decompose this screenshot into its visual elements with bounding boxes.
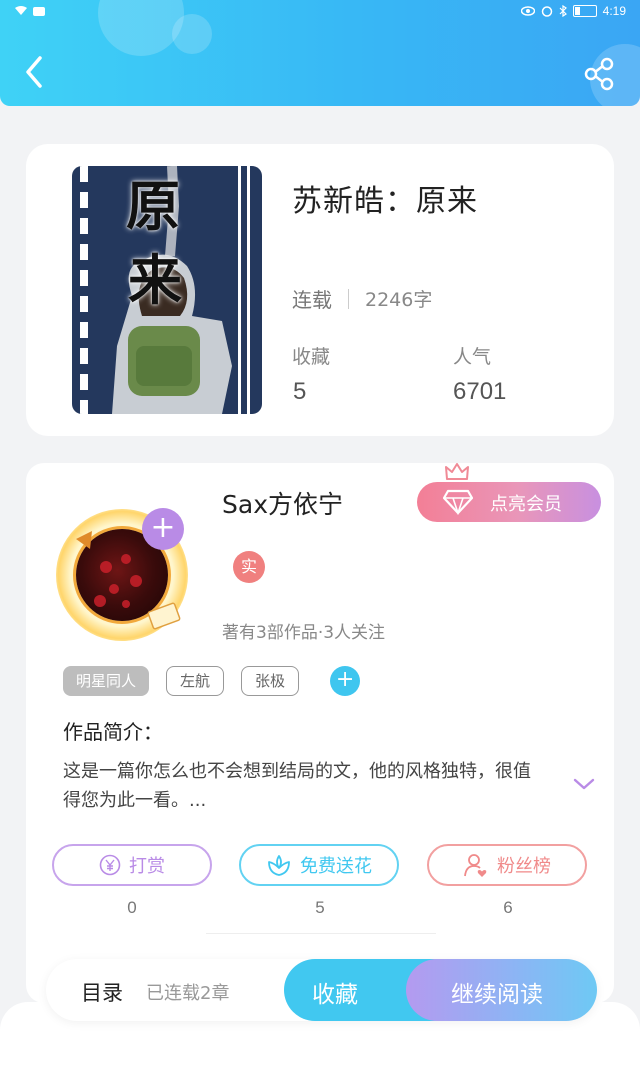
bottom-action-bar: 目录 已连载2章 收藏 继续阅读 [46, 959, 597, 1021]
reward-label: 打赏 [129, 856, 165, 877]
flower-icon [268, 855, 290, 876]
share-icon [584, 57, 614, 91]
table-of-contents-button[interactable]: 目录 [81, 977, 123, 1007]
author-card: + Sax方依宁 实 著有3部作品·3人关注 点亮会员 明星同人 左航 张极 +… [26, 463, 614, 1003]
word-count: 2246字 [365, 289, 433, 311]
book-status: 连载 [292, 288, 332, 312]
yen-coin-icon [99, 854, 121, 876]
status-bar: 4:19 [0, 0, 640, 24]
status-time: 4:19 [602, 4, 626, 18]
wifi-icon [15, 6, 27, 15]
continue-reading-button[interactable]: 继续阅读 [406, 959, 597, 1021]
expand-intro-button[interactable] [572, 774, 596, 794]
book-info-card: 原 来 苏新皓：原来 连载 2246字 收藏 5 人气 6701 [26, 144, 614, 436]
eye-icon [520, 6, 535, 16]
flower-count: 5 [315, 898, 325, 917]
author-name[interactable]: Sax方依宁 [222, 485, 343, 521]
read-button-label: 继续阅读 [451, 982, 543, 1008]
fan-count: 6 [503, 898, 513, 917]
divider [348, 288, 349, 309]
author-works-info: 著有3部作品·3人关注 [222, 623, 386, 643]
intro-text: 这是一篇你怎么也不会想到结局的文，他的风格独特，很值得您为此一看。... [63, 761, 531, 811]
tag-item[interactable]: 左航 [166, 666, 225, 696]
verified-badge: 实 [233, 551, 265, 583]
chevron-down-icon [573, 778, 595, 790]
vip-button-label: 点亮会员 [490, 494, 562, 515]
book-meta: 连载 2246字 [292, 284, 432, 313]
fan-ranking-label: 粉丝榜 [497, 856, 551, 877]
intro-title: 作品简介： [63, 720, 163, 744]
tag-list: 明星同人 左航 张极 + [63, 666, 361, 696]
diamond-icon [443, 489, 473, 515]
divider [206, 933, 436, 934]
book-cover[interactable]: 原 来 [72, 166, 262, 414]
follow-author-button[interactable]: + [142, 508, 184, 550]
send-flower-button[interactable]: 免费送花 [239, 844, 399, 886]
fan-user-icon [464, 854, 487, 877]
bluetooth-icon [559, 5, 567, 17]
fan-ranking-button[interactable]: 粉丝榜 [427, 844, 587, 886]
tag-item[interactable]: 张极 [241, 666, 300, 696]
popularity-label: 人气 [453, 346, 492, 368]
alarm-icon [541, 6, 552, 17]
chevron-left-icon [26, 56, 42, 88]
favorites-value: 5 [293, 378, 307, 405]
reward-button[interactable]: 打赏 [52, 844, 212, 886]
tag-item[interactable]: 明星同人 [63, 666, 150, 696]
back-button[interactable] [20, 54, 52, 94]
favorite-button-label: 收藏 [312, 982, 358, 1008]
reward-count: 0 [127, 898, 137, 917]
notification-icon [33, 6, 45, 16]
cover-title-char: 原 [126, 174, 180, 238]
cover-title-char: 来 [128, 248, 182, 312]
book-title: 苏新皓：原来 [292, 184, 478, 219]
header-bar: 4:19 [0, 0, 640, 106]
add-tag-button[interactable]: + [330, 666, 361, 696]
favorites-label: 收藏 [292, 346, 331, 368]
share-button[interactable] [580, 54, 620, 94]
vip-button[interactable]: 点亮会员 [417, 482, 601, 522]
battery-icon [572, 5, 597, 17]
crown-icon [445, 463, 469, 480]
popularity-value: 6701 [453, 378, 507, 405]
chapter-status: 已连载2章 [146, 983, 230, 1004]
send-flower-label: 免费送花 [300, 856, 372, 877]
